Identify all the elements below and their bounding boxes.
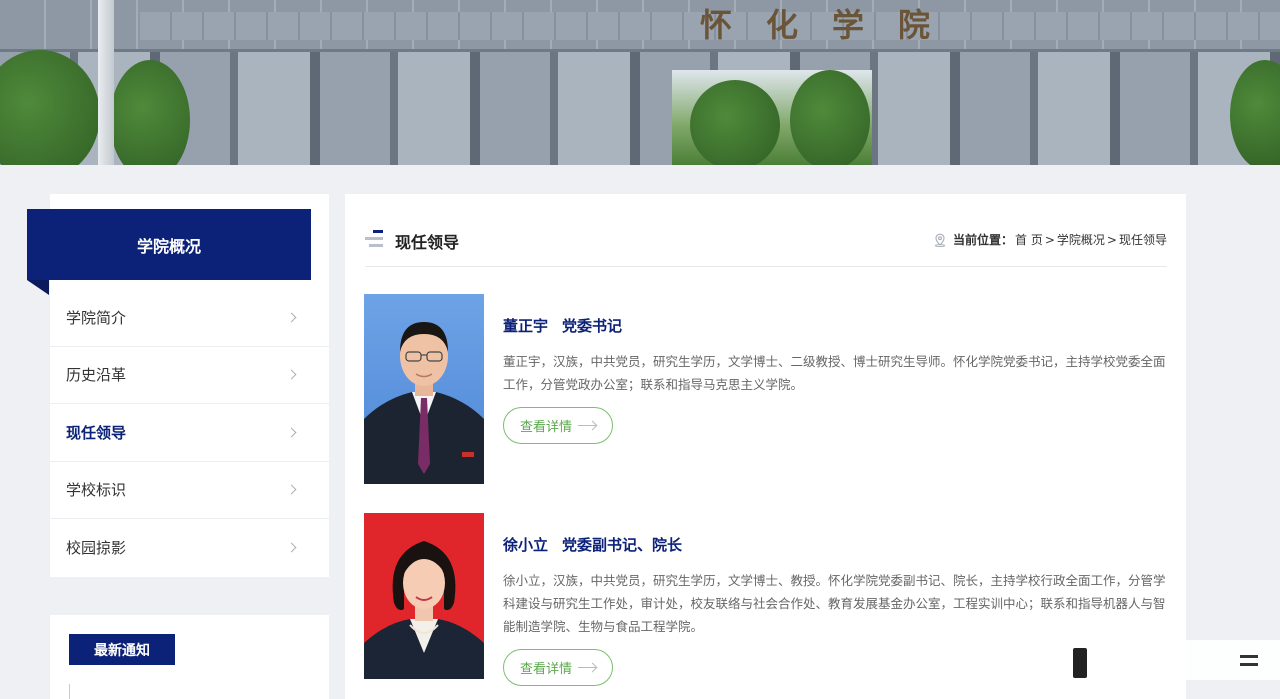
campus-banner: 怀化学院 (0, 0, 1280, 165)
sidebar-item-campus-gallery[interactable]: 校园掠影 (50, 519, 329, 577)
sidebar-item-label: 学院简介 (66, 308, 127, 327)
view-details-label: 查看详情 (520, 662, 573, 677)
notice-divider (69, 684, 70, 699)
leader-name-line: 董正宇 党委书记 (503, 315, 1167, 336)
gate-title-text: 怀化学院 (700, 6, 965, 44)
sidebar-item-identity[interactable]: 学校标识 (50, 462, 329, 519)
chevron-right-icon (286, 427, 297, 438)
title-divider (365, 266, 1167, 267)
watermark-dash (1240, 663, 1258, 666)
sidebar-nav: 学院简介 历史沿革 现任领导 学校标识 校园掠影 (50, 289, 329, 577)
leader-card: 董正宇 党委书记 董正宇，汉族，中共党员，研究生学历，文学博士、二级教授、博士研究… (364, 294, 1167, 484)
breadcrumb-current: 现任领导 (1118, 233, 1167, 247)
breadcrumb: 当前位置： 首 页 > 学院概况 > 现任领导 (933, 231, 1167, 248)
leader-position: 党委书记 (562, 317, 623, 335)
breadcrumb-separator: > (1044, 232, 1055, 247)
sidebar-title: 学院概况 (27, 209, 311, 280)
arrow-right-icon (578, 425, 597, 426)
watermark-dash (1240, 655, 1258, 658)
leader-photo[interactable] (364, 513, 484, 679)
chevron-right-icon (286, 542, 297, 553)
leader-name-line: 徐小立 党委副书记、院长 (503, 534, 1167, 555)
view-details-button[interactable]: 查看详情 (503, 649, 614, 686)
leader-name: 董正宇 (503, 317, 549, 335)
sidebar-item-label: 现任领导 (66, 423, 127, 442)
sidebar-item-history[interactable]: 历史沿革 (50, 347, 329, 404)
watermark-overlay (980, 640, 1280, 680)
portrait-woman-icon (364, 541, 484, 679)
location-pin-icon (934, 233, 946, 247)
watermark-mark (1073, 648, 1087, 678)
sidebar-title-fold (27, 280, 49, 295)
notice-title[interactable]: 最新通知 (69, 634, 175, 665)
chevron-right-icon (286, 484, 297, 495)
page-title: 现任领导 (395, 233, 460, 252)
sidebar-item-label: 校园掠影 (66, 539, 127, 558)
breadcrumb-label: 当前位置： (953, 233, 1014, 247)
leader-description: 董正宇，汉族，中共党员，研究生学历，文学博士、二级教授、博士研究生导师。怀化学院… (503, 354, 1166, 392)
sidebar-item-intro[interactable]: 学院简介 (50, 289, 329, 347)
chevron-right-icon (286, 312, 297, 323)
breadcrumb-section-link[interactable]: 学院概况 (1057, 231, 1105, 248)
breadcrumb-home-link[interactable]: 首 页 (1015, 231, 1043, 248)
leader-name: 徐小立 (503, 536, 549, 554)
view-details-button[interactable]: 查看详情 (503, 407, 614, 444)
sidebar-item-leaders[interactable]: 现任领导 (50, 404, 329, 462)
title-bars-icon (365, 229, 384, 247)
leader-position: 党委副书记、院长 (562, 536, 683, 554)
view-details-label: 查看详情 (520, 420, 573, 435)
sidebar-item-label: 学校标识 (66, 481, 127, 500)
portrait-man-icon (364, 322, 484, 484)
breadcrumb-separator: > (1106, 232, 1117, 247)
leader-description: 徐小立，汉族，中共党员，研究生学历，文学博士、教授。怀化学院党委副书记、院长，主… (503, 573, 1166, 634)
leader-photo[interactable] (364, 294, 484, 484)
chevron-right-icon (286, 369, 297, 380)
sidebar-item-label: 历史沿革 (66, 366, 127, 385)
arrow-right-icon (578, 667, 597, 668)
